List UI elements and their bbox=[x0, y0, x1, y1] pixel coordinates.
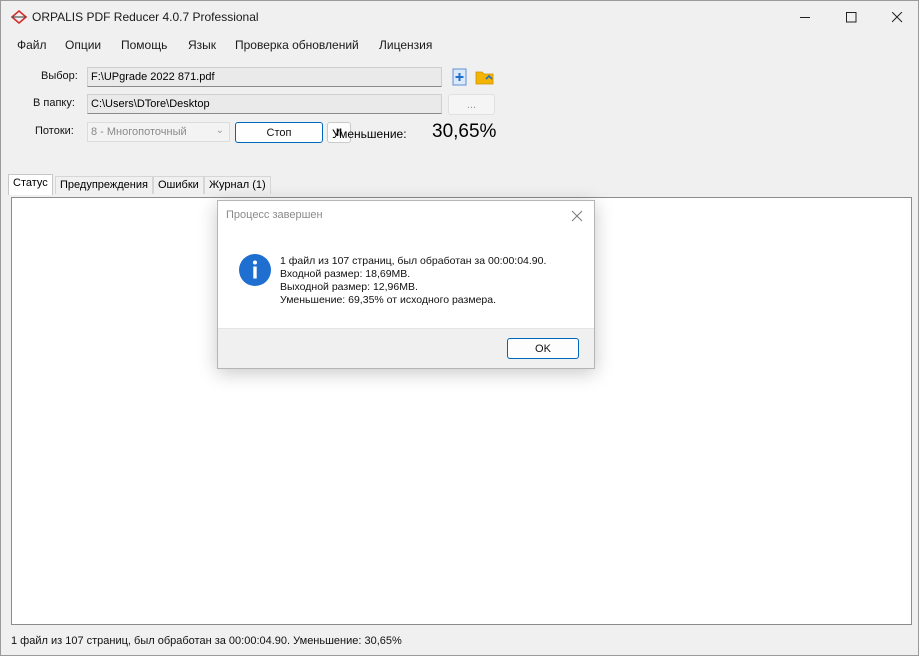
source-label: Выбор: bbox=[41, 70, 78, 82]
menu-file[interactable]: Файл bbox=[17, 38, 47, 52]
add-file-icon bbox=[452, 68, 467, 86]
maximize-icon bbox=[845, 11, 856, 22]
threads-select-value: 8 - Многопоточный bbox=[91, 126, 187, 138]
tab-log[interactable]: Журнал (1) bbox=[204, 176, 271, 194]
add-folder-button[interactable] bbox=[475, 67, 495, 87]
folder-icon bbox=[475, 71, 494, 85]
dialog-line-output-size: Выходной размер: 12,96MB. bbox=[280, 281, 418, 293]
stop-button[interactable]: Стоп bbox=[235, 122, 323, 143]
close-icon bbox=[891, 11, 902, 22]
maximize-button[interactable] bbox=[828, 1, 874, 33]
add-file-button[interactable] bbox=[451, 67, 469, 87]
tab-errors[interactable]: Ошибки bbox=[153, 176, 204, 194]
dest-label: В папку: bbox=[33, 97, 75, 109]
process-complete-dialog: Процесс завершен 1 файл из 107 страниц, … bbox=[217, 200, 595, 369]
threads-select[interactable]: 8 - Многопоточный ⌄ bbox=[87, 122, 230, 142]
dialog-footer: OK bbox=[218, 328, 594, 368]
app-logo-icon bbox=[11, 10, 27, 24]
window-title: ORPALIS PDF Reducer 4.0.7 Professional bbox=[32, 10, 259, 24]
dialog-message: 1 файл из 107 страниц, был обработан за … bbox=[280, 255, 546, 307]
title-bar: ORPALIS PDF Reducer 4.0.7 Professional bbox=[1, 1, 918, 33]
ok-button[interactable]: OK bbox=[507, 338, 579, 359]
dest-field[interactable]: C:\Users\DTore\Desktop bbox=[87, 94, 442, 114]
close-button[interactable] bbox=[874, 1, 919, 33]
source-field[interactable]: F:\UPgrade 2022 871.pdf bbox=[87, 67, 442, 87]
chevron-down-icon: ⌄ bbox=[215, 125, 224, 136]
menu-check-updates[interactable]: Проверка обновлений bbox=[235, 38, 359, 52]
menu-license[interactable]: Лицензия bbox=[379, 38, 432, 52]
dialog-line-reduction: Уменьшение: 69,35% от исходного размера. bbox=[280, 294, 496, 306]
minimize-button[interactable] bbox=[782, 1, 828, 33]
dialog-title: Процесс завершен bbox=[226, 209, 323, 221]
browse-button[interactable]: ... bbox=[448, 94, 495, 115]
tab-status[interactable]: Статус bbox=[8, 174, 53, 195]
tab-warnings[interactable]: Предупреждения bbox=[55, 176, 153, 194]
app-window: ORPALIS PDF Reducer 4.0.7 Professional Ф… bbox=[0, 0, 919, 656]
reduction-label: Уменьшение: bbox=[332, 127, 407, 141]
minimize-icon bbox=[799, 16, 810, 18]
menu-bar: Файл Опции Помощь Язык Проверка обновлен… bbox=[1, 34, 918, 56]
status-bar: 1 файл из 107 страниц, был обработан за … bbox=[11, 635, 402, 647]
dialog-line-summary: 1 файл из 107 страниц, был обработан за … bbox=[280, 255, 547, 267]
menu-language[interactable]: Язык bbox=[188, 38, 216, 52]
dialog-close-button[interactable] bbox=[568, 207, 586, 225]
threads-label: Потоки: bbox=[35, 125, 74, 137]
info-icon bbox=[239, 254, 271, 286]
reduction-value: 30,65% bbox=[432, 121, 497, 142]
menu-help[interactable]: Помощь bbox=[121, 38, 167, 52]
close-icon bbox=[571, 210, 583, 222]
dialog-line-input-size: Входной размер: 18,69MB. bbox=[280, 268, 411, 280]
menu-options[interactable]: Опции bbox=[65, 38, 101, 52]
